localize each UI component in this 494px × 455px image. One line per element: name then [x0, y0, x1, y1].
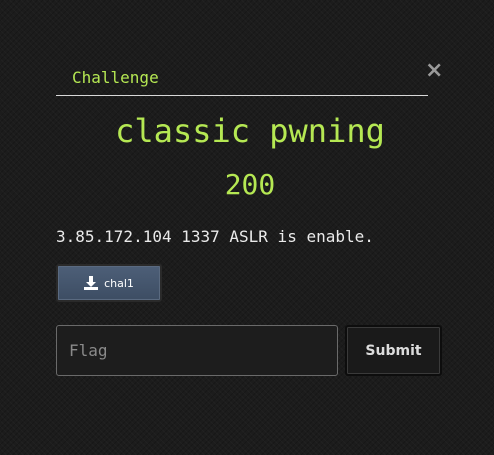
file-download-button[interactable]: chal1: [56, 264, 162, 302]
file-download-label: chal1: [104, 276, 134, 290]
challenge-name: classic pwning: [115, 112, 385, 150]
challenge-modal: Challenge × classic pwning 200 3.85.172.…: [0, 0, 494, 455]
challenge-value: 200: [224, 168, 276, 201]
tab-bar: Challenge: [56, 62, 428, 96]
flag-input[interactable]: [56, 325, 338, 376]
download-icon: [84, 276, 99, 290]
close-button[interactable]: ×: [425, 60, 443, 82]
challenge-description: 3.85.172.104 1337 ASLR is enable.: [56, 227, 374, 246]
tab-challenge[interactable]: Challenge: [72, 68, 159, 87]
submit-button[interactable]: Submit: [345, 325, 442, 376]
